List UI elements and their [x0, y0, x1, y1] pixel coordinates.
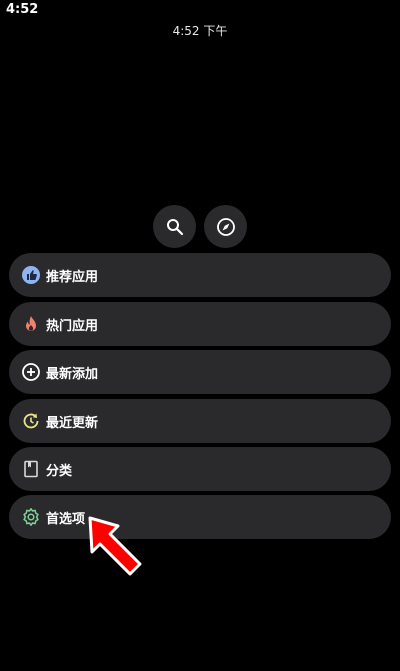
thumbs-up-icon	[21, 265, 41, 285]
search-icon	[166, 218, 183, 235]
search-button[interactable]	[153, 205, 196, 248]
add-circle-icon	[21, 362, 41, 382]
menu-item-preferences[interactable]: 首选项	[9, 495, 391, 539]
menu-item-recently-updated[interactable]: 最近更新	[9, 399, 391, 443]
category-icon	[21, 459, 41, 479]
menu-item-label: 首选项	[46, 511, 86, 527]
menu-item-recommended[interactable]: 推荐应用	[9, 253, 391, 297]
menu-item-label: 推荐应用	[46, 269, 99, 285]
gear-icon	[21, 507, 41, 527]
menu-item-label: 最近更新	[46, 415, 99, 431]
menu-item-latest-added[interactable]: 最新添加	[9, 350, 391, 394]
menu-item-label: 分类	[46, 463, 73, 479]
status-bar-time: 4:52	[6, 2, 39, 17]
explore-button[interactable]	[204, 205, 247, 248]
menu-item-categories[interactable]: 分类	[9, 447, 391, 491]
flame-icon	[21, 314, 41, 334]
clock-label: 4:52 下午	[172, 24, 228, 38]
compass-icon	[216, 217, 235, 236]
menu-item-label: 最新添加	[46, 366, 99, 382]
menu-item-label: 热门应用	[46, 318, 99, 334]
annotation-arrow	[88, 516, 142, 576]
update-icon	[21, 411, 41, 431]
menu-item-popular[interactable]: 热门应用	[9, 302, 391, 346]
